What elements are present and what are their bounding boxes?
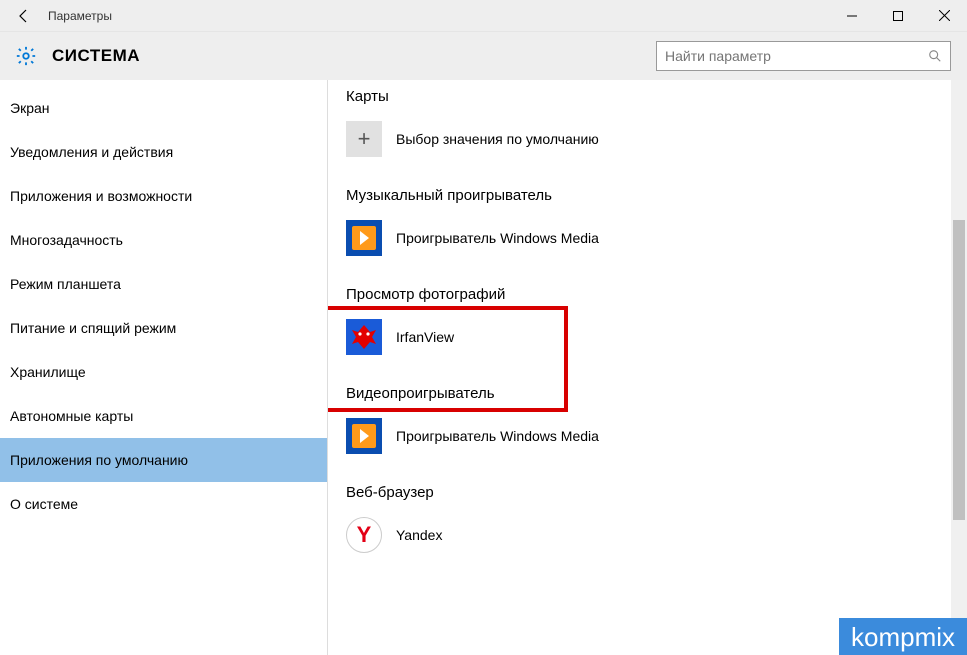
wmp-icon bbox=[346, 220, 382, 256]
maximize-button[interactable] bbox=[875, 0, 921, 32]
sidebar-item-display[interactable]: Экран bbox=[0, 86, 327, 130]
close-button[interactable] bbox=[921, 0, 967, 32]
sidebar-item-tablet-mode[interactable]: Режим планшета bbox=[0, 262, 327, 306]
group-title: Просмотр фотографий bbox=[346, 286, 967, 303]
sidebar-item-default-apps[interactable]: Приложения по умолчанию bbox=[0, 438, 327, 482]
section-title: СИСТЕМА bbox=[52, 46, 140, 66]
group-maps: Карты + Выбор значения по умолчанию bbox=[346, 88, 967, 159]
sidebar-item-apps-features[interactable]: Приложения и возможности bbox=[0, 174, 327, 218]
back-button[interactable] bbox=[0, 8, 48, 24]
group-title: Видеопроигрыватель bbox=[346, 385, 967, 402]
app-label: IrfanView bbox=[396, 329, 454, 345]
wmp-icon bbox=[346, 418, 382, 454]
plus-icon: + bbox=[346, 121, 382, 157]
group-music: Музыкальный проигрыватель Проигрыватель … bbox=[346, 187, 967, 258]
sidebar-item-power-sleep[interactable]: Питание и спящий режим bbox=[0, 306, 327, 350]
sidebar-item-offline-maps[interactable]: Автономные карты bbox=[0, 394, 327, 438]
scrollbar-thumb[interactable] bbox=[953, 220, 965, 520]
group-browser: Веб-браузер Y Yandex bbox=[346, 484, 967, 555]
scrollbar-track[interactable] bbox=[951, 80, 967, 655]
search-input[interactable] bbox=[665, 48, 928, 64]
window-title: Параметры bbox=[48, 9, 112, 23]
group-title: Карты bbox=[346, 88, 967, 105]
search-box[interactable] bbox=[656, 41, 951, 71]
default-app-music[interactable]: Проигрыватель Windows Media bbox=[346, 218, 967, 258]
default-app-video[interactable]: Проигрыватель Windows Media bbox=[346, 416, 967, 456]
default-app-maps[interactable]: + Выбор значения по умолчанию bbox=[346, 119, 967, 159]
group-photo-viewer: Просмотр фотографий IrfanView bbox=[346, 286, 967, 357]
irfanview-icon bbox=[346, 319, 382, 355]
sidebar-item-storage[interactable]: Хранилище bbox=[0, 350, 327, 394]
default-app-photos[interactable]: IrfanView bbox=[346, 317, 967, 357]
minimize-button[interactable] bbox=[829, 0, 875, 32]
sidebar-item-multitasking[interactable]: Многозадачность bbox=[0, 218, 327, 262]
app-label: Проигрыватель Windows Media bbox=[396, 428, 599, 444]
app-label: Проигрыватель Windows Media bbox=[396, 230, 599, 246]
group-title: Музыкальный проигрыватель bbox=[346, 187, 967, 204]
default-app-browser[interactable]: Y Yandex bbox=[346, 515, 967, 555]
search-icon bbox=[928, 49, 942, 63]
sidebar: Экран Уведомления и действия Приложения … bbox=[0, 80, 328, 655]
group-title: Веб-браузер bbox=[346, 484, 967, 501]
app-label: Выбор значения по умолчанию bbox=[396, 131, 599, 147]
gear-icon bbox=[14, 44, 38, 68]
yandex-icon: Y bbox=[346, 517, 382, 553]
sidebar-item-about[interactable]: О системе bbox=[0, 482, 327, 526]
header: СИСТЕМА bbox=[0, 32, 967, 80]
app-label: Yandex bbox=[396, 527, 442, 543]
group-video: Видеопроигрыватель Проигрыватель Windows… bbox=[346, 385, 967, 456]
sidebar-item-notifications[interactable]: Уведомления и действия bbox=[0, 130, 327, 174]
main-content: Карты + Выбор значения по умолчанию Музы… bbox=[328, 80, 967, 655]
watermark: kompmix bbox=[839, 618, 967, 655]
titlebar: Параметры bbox=[0, 0, 967, 32]
